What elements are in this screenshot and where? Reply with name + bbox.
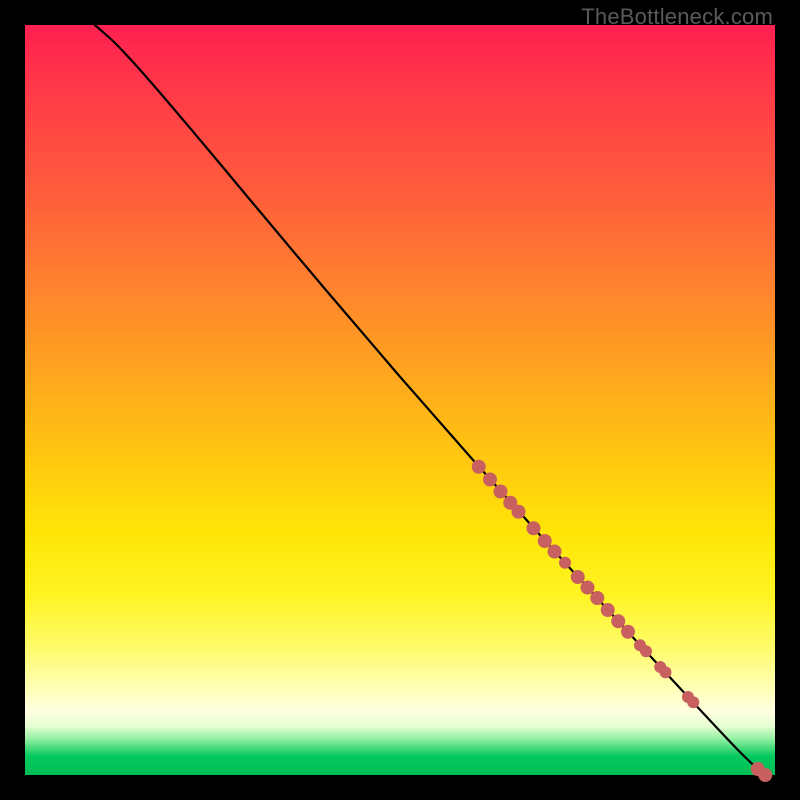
scatter-group: [472, 460, 773, 782]
scatter-point: [538, 534, 552, 548]
watermark-text: TheBottleneck.com: [581, 4, 773, 30]
scatter-point: [590, 591, 604, 605]
scatter-point: [621, 625, 635, 639]
scatter-point: [559, 557, 571, 569]
scatter-point: [512, 505, 526, 519]
chart-line: [95, 25, 760, 771]
scatter-point: [660, 666, 672, 678]
scatter-point: [601, 603, 615, 617]
scatter-point: [472, 460, 486, 474]
scatter-point: [548, 545, 562, 559]
chart-frame: [25, 25, 775, 775]
scatter-point: [527, 521, 541, 535]
scatter-point: [758, 768, 772, 782]
scatter-point: [640, 645, 652, 657]
chart-svg: [25, 25, 775, 775]
scatter-point: [571, 570, 585, 584]
scatter-point: [494, 485, 508, 499]
scatter-point: [687, 696, 699, 708]
scatter-point: [611, 614, 625, 628]
scatter-point: [483, 473, 497, 487]
scatter-point: [581, 581, 595, 595]
